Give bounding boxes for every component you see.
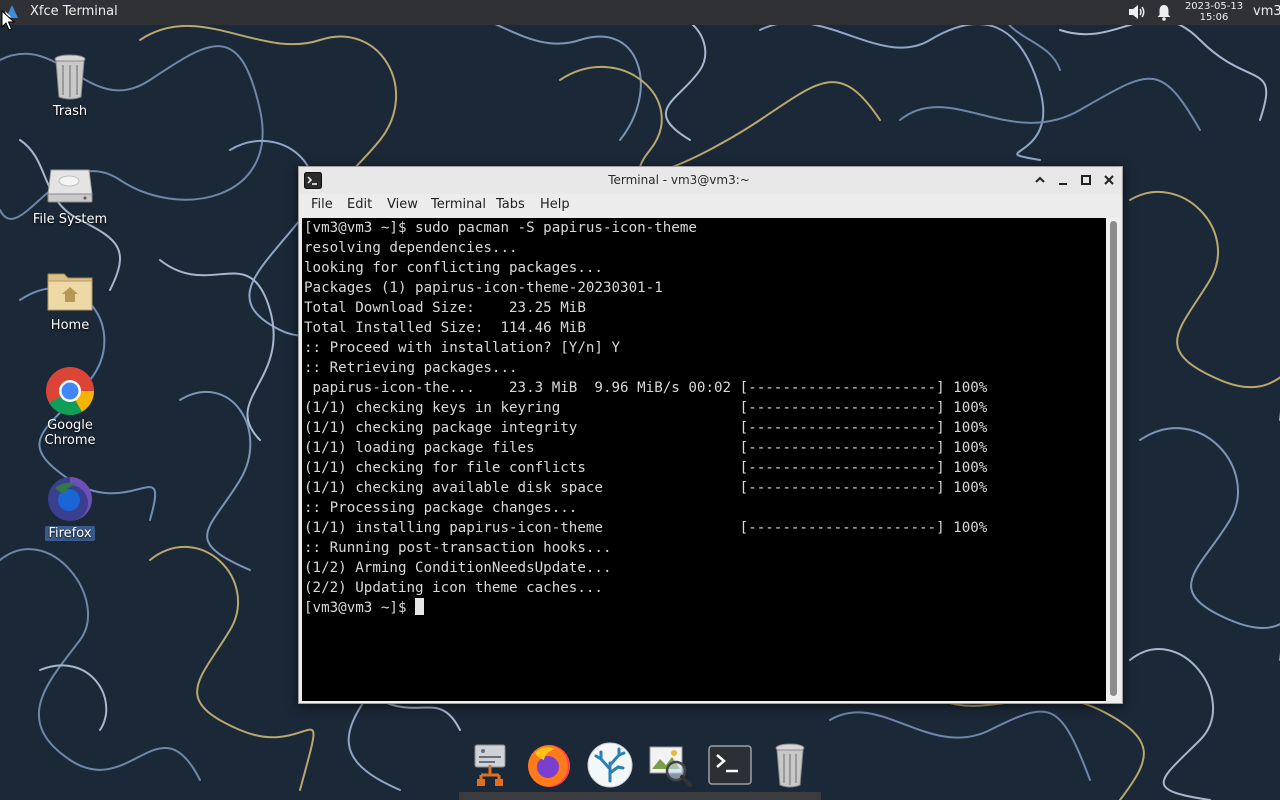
home-folder-icon (47, 273, 93, 311)
image-viewer-icon[interactable] (646, 741, 694, 789)
maximize-window-icon[interactable] (1079, 173, 1093, 187)
menu-help[interactable]: Help (540, 197, 570, 212)
menu-edit[interactable]: Edit (347, 197, 372, 212)
top-panel: Xfce Terminal 2023-05-13 15:06 vm3 (0, 0, 1280, 25)
desktop-icon-trash[interactable]: Trash (20, 52, 120, 119)
trash-icon (54, 54, 86, 100)
network-settings-icon[interactable] (465, 741, 513, 789)
window-titlebar[interactable]: Terminal - vm3@vm3:~ (299, 167, 1122, 194)
desktop-icon-file-system[interactable]: File System (20, 160, 120, 227)
firefox-icon (48, 477, 92, 521)
clock-time: 15:06 (1199, 12, 1229, 23)
dock (459, 733, 821, 800)
desktop-icon-firefox[interactable]: Firefox (20, 474, 120, 541)
coral-app-icon[interactable] (586, 741, 634, 789)
terminal-line: Packages (1) papirus-icon-theme-20230301… (304, 280, 663, 296)
terminal-menubar: File Edit View Terminal Tabs Help (299, 194, 1122, 218)
terminal-line: (1/1) installing papirus-icon-theme [---… (304, 520, 988, 536)
notification-bell-icon[interactable] (1156, 4, 1172, 21)
desktop-icon-label: Firefox (45, 526, 95, 541)
firefox-icon[interactable] (525, 741, 573, 789)
scrollbar-thumb[interactable] (1110, 221, 1117, 696)
volume-icon[interactable] (1128, 4, 1146, 20)
terminal-window[interactable]: Terminal - vm3@vm3:~ File Edit View Term… (298, 166, 1123, 704)
text-cursor (415, 598, 425, 615)
terminal-line: (1/1) checking for file conflicts [-----… (304, 460, 988, 476)
menu-file[interactable]: File (311, 197, 333, 212)
terminal-output[interactable]: [vm3@vm3 ~]$ sudo pacman -S papirus-icon… (302, 218, 1106, 701)
minimize-window-icon[interactable] (1056, 173, 1070, 187)
mouse-cursor-icon (1, 10, 15, 31)
terminal-scrollbar[interactable] (1106, 218, 1120, 701)
close-window-icon[interactable] (1102, 173, 1116, 187)
terminal-line: :: Running post-transaction hooks... (304, 540, 612, 556)
trash-icon[interactable] (766, 741, 814, 789)
terminal-line: Total Installed Size: 114.46 MiB (304, 320, 586, 336)
terminal-line: (2/2) Updating icon theme caches... (304, 580, 603, 596)
terminal-line: (1/1) checking package integrity [------… (304, 420, 988, 436)
terminal-line: :: Proceed with installation? [Y/n] Y (304, 340, 621, 356)
terminal-line: (1/1) checking keys in keyring [--------… (304, 400, 988, 416)
menu-view[interactable]: View (387, 197, 418, 212)
terminal-line: Total Download Size: 23.25 MiB (304, 300, 586, 316)
terminal-line: (1/2) Arming ConditionNeedsUpdate... (304, 560, 612, 576)
terminal-prompt-line[interactable]: [vm3@vm3 ~]$ (302, 598, 1106, 618)
menu-terminal[interactable]: Terminal (431, 197, 486, 212)
desktop-icon-label: Google Chrome (44, 418, 96, 448)
clock-date: 2023-05-13 (1184, 1, 1244, 12)
terminal-line: :: Retrieving packages... (304, 360, 518, 376)
menu-tabs[interactable]: Tabs (496, 197, 525, 212)
terminal-line: [vm3@vm3 ~]$ sudo pacman -S papirus-icon… (304, 220, 697, 236)
desktop-icon-label: Home (50, 318, 90, 333)
panel-clock[interactable]: 2023-05-13 15:06 (1182, 0, 1246, 23)
terminal-line: resolving dependencies... (304, 240, 518, 256)
shade-window-chevron-up-icon[interactable] (1033, 173, 1047, 187)
window-title: Terminal - vm3@vm3:~ (608, 173, 750, 187)
terminal-line: looking for conflicting packages... (304, 260, 603, 276)
terminal-line: :: Processing package changes... (304, 500, 578, 516)
active-window-title[interactable]: Xfce Terminal (30, 4, 118, 19)
dock-background (459, 792, 821, 800)
terminal-line: papirus-icon-the... 23.3 MiB 9.96 MiB/s … (304, 380, 988, 396)
terminal-prompt: [vm3@vm3 ~]$ (304, 600, 416, 616)
user-menu[interactable]: vm3 (1253, 4, 1280, 19)
desktop-icon-home[interactable]: Home (20, 266, 120, 333)
desktop-icon-google-chrome[interactable]: Google Chrome (20, 366, 120, 448)
terminal-icon[interactable] (706, 741, 754, 789)
drive-icon (47, 169, 93, 203)
terminal-line: (1/1) loading package files [-----------… (304, 440, 988, 456)
desktop-icon-label: Trash (52, 104, 88, 119)
terminal-line: (1/1) checking available disk space [---… (304, 480, 988, 496)
desktop-icon-label: File System (32, 212, 108, 227)
chrome-icon (46, 367, 94, 416)
